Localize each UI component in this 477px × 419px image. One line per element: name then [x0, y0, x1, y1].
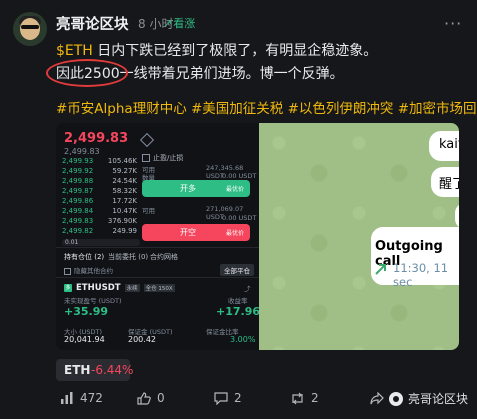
diamond-icon	[139, 132, 155, 148]
reposts-count: 2	[311, 391, 319, 405]
comment-button[interactable]: 2	[214, 391, 242, 405]
open-short-button: 开空 最优价	[142, 224, 250, 241]
trend-up-icon: ↗	[163, 17, 173, 30]
hide-other-checkbox: 隐藏其他合约	[64, 265, 113, 275]
comments-count: 2	[234, 391, 242, 405]
orderbook-row: 2,499.86 17.72K	[62, 197, 137, 205]
orderbook-qty: 376.90K	[107, 217, 137, 225]
share-watermark[interactable]: 亮哥论区块	[370, 390, 468, 407]
share-icon: ⤴	[244, 285, 251, 293]
orderbook-price: 2,499.86	[62, 197, 94, 205]
orderbook-row: 2,499.93 105.46K	[62, 157, 137, 165]
sentiment-badge: ↗看涨	[163, 15, 195, 31]
comment-icon	[214, 391, 228, 405]
eth-ticker-chip[interactable]: ETH -6.44%	[56, 359, 134, 381]
orderbook-qty: 17.72K	[112, 197, 137, 205]
orderbook-row: 2,499.87 58.32K	[62, 187, 137, 195]
orderbook-row: 2,499.84 10.47K	[62, 207, 137, 215]
ratio-value: 3.00%	[230, 335, 256, 344]
chat-screenshot: kait 醒了 Outgoing call 11:30, 11 sec	[259, 123, 459, 350]
orderbook-row: 2,499.92 59.27K	[62, 167, 137, 175]
tab-positions: 持有仓位 (2)	[64, 253, 105, 261]
views-count: 472	[80, 391, 103, 405]
close-all-button: 全部平仓	[220, 264, 254, 276]
orderbook-qty: 59.27K	[112, 167, 137, 175]
orderbook-price: 2,499.83	[62, 217, 94, 225]
pnl-label: 未实现盈亏 (USDT)	[64, 297, 122, 305]
roi-label: 收益率	[228, 297, 248, 305]
avatar-face	[20, 18, 40, 40]
unrealized-pnl: +35.99	[64, 305, 109, 318]
tab-grid: 合约网格	[150, 253, 178, 261]
more-options-icon[interactable]: ···	[444, 14, 462, 33]
author-name[interactable]: 亮哥论区块	[56, 13, 129, 34]
orderbook-price: 2,499.93	[62, 157, 94, 165]
post-line-1: $ETH 日内下跌已经到了极限了，有明显企稳迹象。	[56, 40, 377, 60]
bar-chart-icon	[61, 391, 73, 404]
orderbook-price: 2,499.92	[62, 167, 94, 175]
size-value: 20,041.94	[64, 335, 105, 344]
repost-button[interactable]: 2	[290, 391, 319, 405]
orderbook-price: 2,499.84	[62, 207, 94, 215]
sell-avail-label: 可用	[142, 207, 155, 215]
depth-select: 0.01	[62, 239, 140, 246]
orderbook-row: 2,499.83 376.90K	[62, 217, 137, 225]
trading-screenshot: 2,499.83 2,499.83 2,499.93 105.46K 2,499.9…	[56, 123, 271, 350]
hashtags[interactable]: #币安Alpha理财中心 #美国加征关税 #以色列伊朗冲突 #加密市场回调	[56, 97, 477, 117]
last-price: 2,499.83	[64, 131, 129, 146]
repost-icon	[292, 392, 303, 404]
orderbook-row: 2,499.82 249.99	[62, 227, 137, 235]
chat-bubble-1: kait	[429, 131, 459, 161]
buy-cost: 0.00 USDT	[222, 172, 257, 180]
orderbook-row: 2,499.88 24.54K	[62, 177, 137, 185]
orderbook-price: 2,499.88	[62, 177, 94, 185]
chat-bubble-2: 醒了	[431, 167, 459, 197]
red-circle-annotation	[46, 59, 128, 87]
avatar[interactable]	[13, 12, 47, 46]
tab-orders: 当前委托 (0)	[108, 253, 149, 261]
margin-value: 200.42	[128, 335, 156, 344]
avatar-glasses	[21, 25, 39, 29]
post-image[interactable]: 2,499.83 2,499.83 2,499.93 105.46K 2,499.9…	[56, 123, 459, 350]
share-icon	[370, 392, 384, 405]
ticker-change: -6.44%	[91, 363, 134, 377]
sentiment-label: 看涨	[173, 17, 196, 30]
tpsl-checkbox: 止盈/止损	[142, 153, 183, 163]
divider	[56, 277, 259, 278]
orderbook-qty: 10.47K	[112, 207, 137, 215]
orderbook-qty: 249.99	[112, 227, 138, 235]
watermark-logo-icon	[389, 391, 403, 406]
long-icon: 多	[64, 284, 72, 292]
orderbook-price: 2,499.87	[62, 187, 94, 195]
chat-bubble-3	[455, 203, 459, 229]
open-long-button: 开多 最优价	[142, 180, 250, 197]
call-outgoing-icon	[375, 264, 386, 275]
ticker-link[interactable]: $ETH	[56, 43, 93, 59]
views-counter: 472	[60, 391, 103, 405]
orderbook-qty: 24.54K	[112, 177, 137, 185]
position-symbol: 多 ETHUSDT 永续 全仓 150X	[64, 283, 175, 293]
call-time: 11:30, 11 sec	[393, 261, 449, 289]
orderbook-qty: 58.32K	[112, 187, 137, 195]
like-button[interactable]: 0	[137, 391, 165, 405]
mark-price: 2,499.83	[64, 147, 100, 156]
ticker-symbol: ETH	[64, 363, 91, 377]
orderbook-qty: 105.46K	[107, 157, 137, 165]
likes-count: 0	[157, 391, 165, 405]
orderbook-price: 2,499.82	[62, 227, 94, 235]
divider	[56, 247, 259, 248]
watermark-text: 亮哥论区块	[408, 392, 469, 406]
sell-cost: 0.00 USDT	[222, 214, 257, 222]
thumbs-up-icon	[137, 391, 151, 405]
post-line-1-text: 日内下跌已经到了极限了，有明显企稳迹象。	[92, 43, 378, 59]
